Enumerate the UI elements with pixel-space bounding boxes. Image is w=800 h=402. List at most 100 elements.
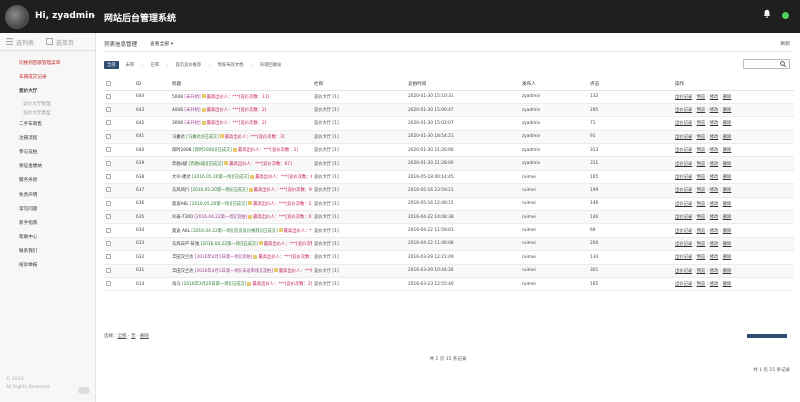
- preview-link[interactable]: 预览: [697, 135, 706, 140]
- bid-record-link[interactable]: 出价记录: [675, 229, 692, 234]
- row-checkbox[interactable]: [106, 133, 111, 139]
- row-title[interactable]: 东风风行: [172, 188, 189, 193]
- edit-link[interactable]: 修改: [710, 282, 719, 287]
- delete-link[interactable]: 删除: [723, 282, 732, 287]
- bid-record-link[interactable]: 出价记录: [675, 162, 692, 167]
- preview-link[interactable]: 预览: [697, 255, 706, 260]
- row-title[interactable]: 奥迪 A6L: [172, 229, 190, 234]
- preview-link[interactable]: 预览: [697, 215, 706, 220]
- bid-record-link[interactable]: 出价记录: [675, 121, 692, 126]
- edit-link[interactable]: 修改: [710, 269, 719, 274]
- filter-tab[interactable]: 内容回收站: [260, 62, 281, 68]
- preview-link[interactable]: 预览: [697, 188, 706, 193]
- filter-tab[interactable]: 未审: [126, 62, 135, 68]
- row-category[interactable]: 竞价大厅 [1]: [312, 130, 406, 145]
- refresh-button[interactable]: 刷新: [780, 40, 790, 47]
- row-title[interactable]: 丰田汉兰达: [172, 269, 193, 274]
- preview-link[interactable]: 预览: [697, 175, 706, 180]
- bid-record-link[interactable]: 出价记录: [675, 215, 692, 220]
- preview-link[interactable]: 预览: [697, 242, 706, 247]
- delete-link[interactable]: 删除: [723, 135, 732, 140]
- row-title[interactable]: 保时2008: [172, 148, 192, 153]
- delete-selected-link[interactable]: 删除: [140, 334, 149, 339]
- row-category[interactable]: 竞价大厅 [1]: [312, 250, 406, 265]
- bid-record-link[interactable]: 出价记录: [675, 242, 692, 247]
- row-category[interactable]: 竞价大厅 [1]: [312, 103, 406, 118]
- tab-single-page[interactable]: 选单页: [56, 38, 74, 47]
- preview-link[interactable]: 预览: [697, 108, 706, 113]
- sidebar-item[interactable]: 保证金缴纳: [0, 160, 95, 174]
- search-icon[interactable]: [780, 61, 786, 67]
- edit-link[interactable]: 修改: [710, 135, 719, 140]
- sidebar-item[interactable]: 投诉举报: [0, 259, 95, 273]
- delete-link[interactable]: 删除: [723, 148, 732, 153]
- delete-link[interactable]: 删除: [723, 202, 732, 207]
- sidebar-item[interactable]: 参与竞拍: [0, 146, 95, 160]
- edit-link[interactable]: 修改: [710, 255, 719, 260]
- sidebar-item[interactable]: 二手车寄售: [0, 118, 95, 132]
- bid-record-link[interactable]: 出价记录: [675, 188, 692, 193]
- row-category[interactable]: 竞价大厅 [1]: [312, 90, 406, 104]
- preview-link[interactable]: 预览: [697, 202, 706, 207]
- row-checkbox[interactable]: [106, 200, 111, 206]
- bid-record-link[interactable]: 出价记录: [675, 148, 692, 153]
- row-checkbox[interactable]: [106, 107, 111, 113]
- delete-link[interactable]: 删除: [723, 108, 732, 113]
- row-title[interactable]: 奥迪A6L: [172, 202, 189, 207]
- row-category[interactable]: 竞价大厅 [1]: [312, 210, 406, 225]
- preview-link[interactable]: 预览: [697, 95, 706, 100]
- sidebar-item[interactable]: 帮助中心: [0, 231, 95, 245]
- edit-link[interactable]: 修改: [710, 188, 719, 193]
- row-category[interactable]: 竞价大厅 [1]: [312, 264, 406, 278]
- edit-link[interactable]: 修改: [710, 202, 719, 207]
- sidebar-item[interactable]: 常见问题: [0, 203, 95, 217]
- preview-link[interactable]: 预览: [697, 121, 706, 126]
- delete-link[interactable]: 删除: [723, 121, 732, 126]
- sidebar-item[interactable]: 注册流程: [0, 132, 95, 146]
- row-title[interactable]: 海马: [172, 282, 181, 287]
- bid-record-link[interactable]: 出价记录: [675, 269, 692, 274]
- preview-link[interactable]: 预览: [697, 282, 706, 287]
- sidebar-item[interactable]: 车辆成交记录: [0, 71, 95, 85]
- bell-icon[interactable]: [763, 9, 771, 18]
- row-title[interactable]: 众泰-T300: [172, 215, 193, 220]
- filter-tab[interactable]: 预发布的文档: [218, 62, 244, 68]
- row-checkbox[interactable]: [106, 187, 111, 193]
- edit-link[interactable]: 修改: [710, 229, 719, 234]
- row-category[interactable]: 竞价大厅 [1]: [312, 156, 406, 171]
- row-title[interactable]: 奔驰s级: [172, 162, 187, 167]
- bid-record-link[interactable]: 出价记录: [675, 202, 692, 207]
- row-category[interactable]: 竞价大厅 [1]: [312, 183, 406, 198]
- action-button[interactable]: [747, 334, 787, 338]
- row-checkbox[interactable]: [106, 93, 111, 99]
- row-checkbox[interactable]: [106, 147, 111, 153]
- delete-link[interactable]: 删除: [723, 175, 732, 180]
- bid-record-link[interactable]: 出价记录: [675, 282, 692, 287]
- sidebar-toggle[interactable]: [78, 387, 90, 394]
- delete-link[interactable]: 删除: [723, 215, 732, 220]
- bid-record-link[interactable]: 出价记录: [675, 135, 692, 140]
- row-checkbox[interactable]: [106, 281, 111, 287]
- row-title[interactable]: 大众-捷达: [172, 175, 191, 180]
- row-category[interactable]: 竞价大厅 [1]: [312, 170, 406, 185]
- row-checkbox[interactable]: [106, 267, 111, 273]
- delete-link[interactable]: 删除: [723, 242, 732, 247]
- user-greeting[interactable]: Hi, zyadmin: [35, 11, 95, 21]
- row-title[interactable]: 5008: [172, 95, 183, 100]
- row-category[interactable]: 竞价大厅 [1]: [312, 237, 406, 252]
- row-title[interactable]: 丰田汉兰达: [172, 255, 193, 260]
- chevron-down-icon[interactable]: ⌄: [90, 10, 97, 19]
- sidebar-item[interactable]: 竞价大厅类型: [0, 109, 95, 118]
- edit-link[interactable]: 修改: [710, 108, 719, 113]
- bid-record-link[interactable]: 出价记录: [675, 108, 692, 113]
- select-none-link[interactable]: 无: [131, 334, 136, 339]
- filter-tab[interactable]: 全部: [104, 61, 119, 69]
- row-category[interactable]: 竞价大厅 [1]: [312, 277, 406, 292]
- preview-link[interactable]: 预览: [697, 162, 706, 167]
- row-title[interactable]: 东风日产-轩逸: [172, 242, 199, 247]
- avatar[interactable]: [5, 5, 29, 29]
- edit-link[interactable]: 修改: [710, 175, 719, 180]
- filter-tab[interactable]: 首页竞价推荐: [176, 62, 202, 68]
- edit-link[interactable]: 修改: [710, 148, 719, 153]
- row-checkbox[interactable]: [106, 214, 111, 220]
